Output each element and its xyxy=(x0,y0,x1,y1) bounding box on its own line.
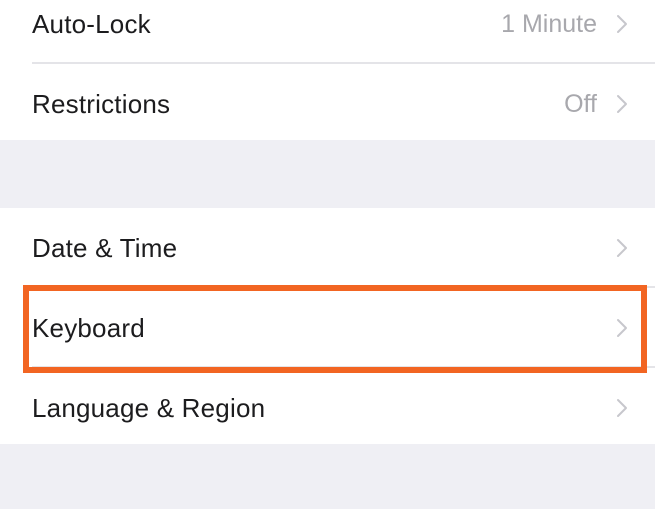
row-value-auto-lock: 1 Minute xyxy=(501,9,597,38)
chevron-right-icon xyxy=(611,93,633,115)
row-language-region[interactable]: Language & Region xyxy=(0,368,655,448)
row-label-language-region: Language & Region xyxy=(32,392,266,423)
chevron-right-icon xyxy=(611,13,633,35)
row-value-restrictions: Off xyxy=(564,89,597,118)
row-label-restrictions: Restrictions xyxy=(32,88,171,119)
row-date-time[interactable]: Date & Time xyxy=(0,208,655,288)
row-auto-lock[interactable]: Auto-Lock 1 Minute xyxy=(0,0,655,64)
row-restrictions[interactable]: Restrictions Off xyxy=(0,64,655,144)
row-label-date-time: Date & Time xyxy=(32,232,178,263)
chevron-right-icon xyxy=(611,397,633,419)
chevron-right-icon xyxy=(611,237,633,259)
settings-group-locale: Date & Time Keyboard Language & Region xyxy=(0,208,655,444)
settings-group-general: Auto-Lock 1 Minute Restrictions Off xyxy=(0,0,655,140)
row-keyboard[interactable]: Keyboard xyxy=(0,288,655,368)
row-label-auto-lock: Auto-Lock xyxy=(32,8,151,39)
chevron-right-icon xyxy=(611,317,633,339)
row-label-keyboard: Keyboard xyxy=(32,312,145,343)
